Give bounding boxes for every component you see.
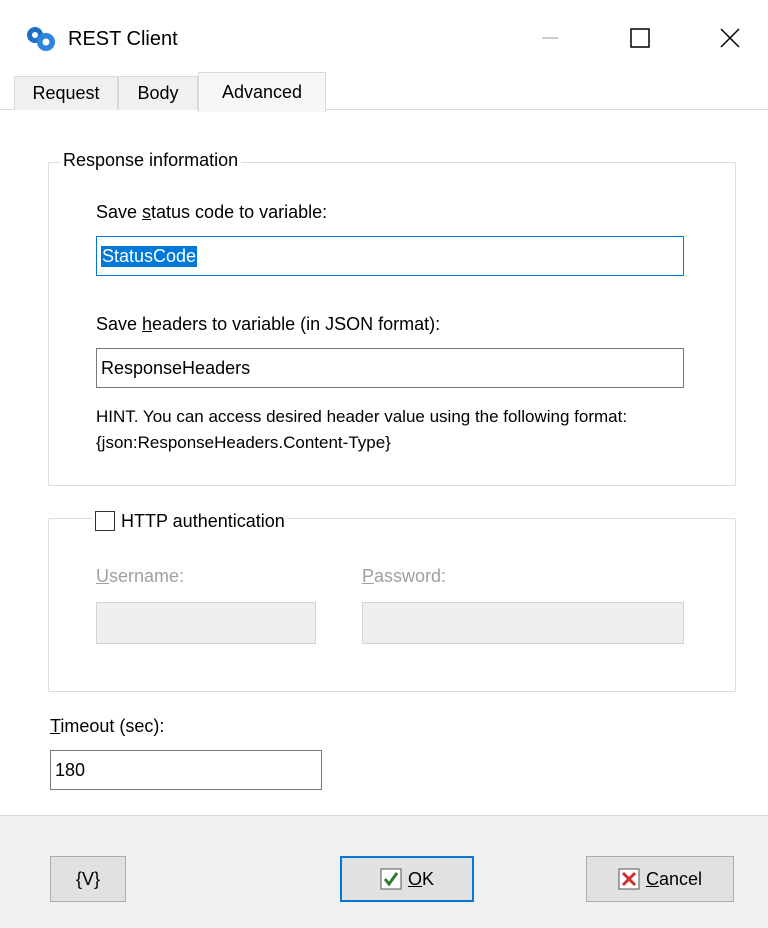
tab-advanced[interactable]: Advanced xyxy=(198,72,326,112)
group-legend: Response information xyxy=(60,150,242,171)
tab-request[interactable]: Request xyxy=(14,76,118,110)
username-input[interactable] xyxy=(96,602,316,644)
timeout-label: Timeout (sec): xyxy=(50,716,165,736)
hint-line-1: HINT. You can access desired header valu… xyxy=(96,407,628,426)
status-code-input[interactable]: StatusCode xyxy=(96,236,684,276)
tab-label: Request xyxy=(32,83,100,103)
title-bar: REST Client xyxy=(0,0,768,72)
close-icon xyxy=(720,28,740,48)
variables-button[interactable]: {V} xyxy=(50,856,126,902)
http-auth-label[interactable]: HTTP authentication xyxy=(121,511,285,532)
timeout-value: 180 xyxy=(55,759,86,780)
checkmark-icon xyxy=(380,868,402,890)
hint-text: HINT. You can access desired header valu… xyxy=(96,404,736,456)
ok-button-label: OK xyxy=(407,868,435,889)
http-auth-checkbox[interactable] xyxy=(95,511,115,531)
maximize-button[interactable] xyxy=(610,16,670,60)
password-label: Password: xyxy=(362,566,447,586)
minimize-icon xyxy=(542,37,558,39)
timeout-input[interactable]: 180 xyxy=(50,750,322,790)
variables-button-label: {V} xyxy=(75,868,101,889)
cancel-x-icon xyxy=(618,868,640,890)
status-code-label: Save status code to variable: xyxy=(96,202,328,222)
tab-body[interactable]: Body xyxy=(118,76,198,110)
minimize-button[interactable] xyxy=(520,16,580,60)
cancel-button[interactable]: Cancel xyxy=(586,856,734,902)
headers-input[interactable]: ResponseHeaders xyxy=(96,348,684,388)
http-auth-legend: HTTP authentication xyxy=(92,508,288,534)
ok-button[interactable]: OK xyxy=(340,856,474,902)
close-button[interactable] xyxy=(700,16,760,60)
headers-label: Save headers to variable (in JSON format… xyxy=(96,314,441,334)
headers-value: ResponseHeaders xyxy=(101,357,251,378)
window-title: REST Client xyxy=(68,28,178,50)
password-input[interactable] xyxy=(362,602,684,644)
cancel-button-label: Cancel xyxy=(645,868,703,889)
maximize-icon xyxy=(630,28,650,48)
tab-label: Body xyxy=(137,83,179,103)
status-code-value: StatusCode xyxy=(101,245,198,267)
username-label: Username: xyxy=(96,566,185,586)
tab-label: Advanced xyxy=(221,82,303,102)
hint-line-2: {json:ResponseHeaders.Content-Type} xyxy=(96,433,391,452)
rest-client-app-icon xyxy=(26,26,56,52)
